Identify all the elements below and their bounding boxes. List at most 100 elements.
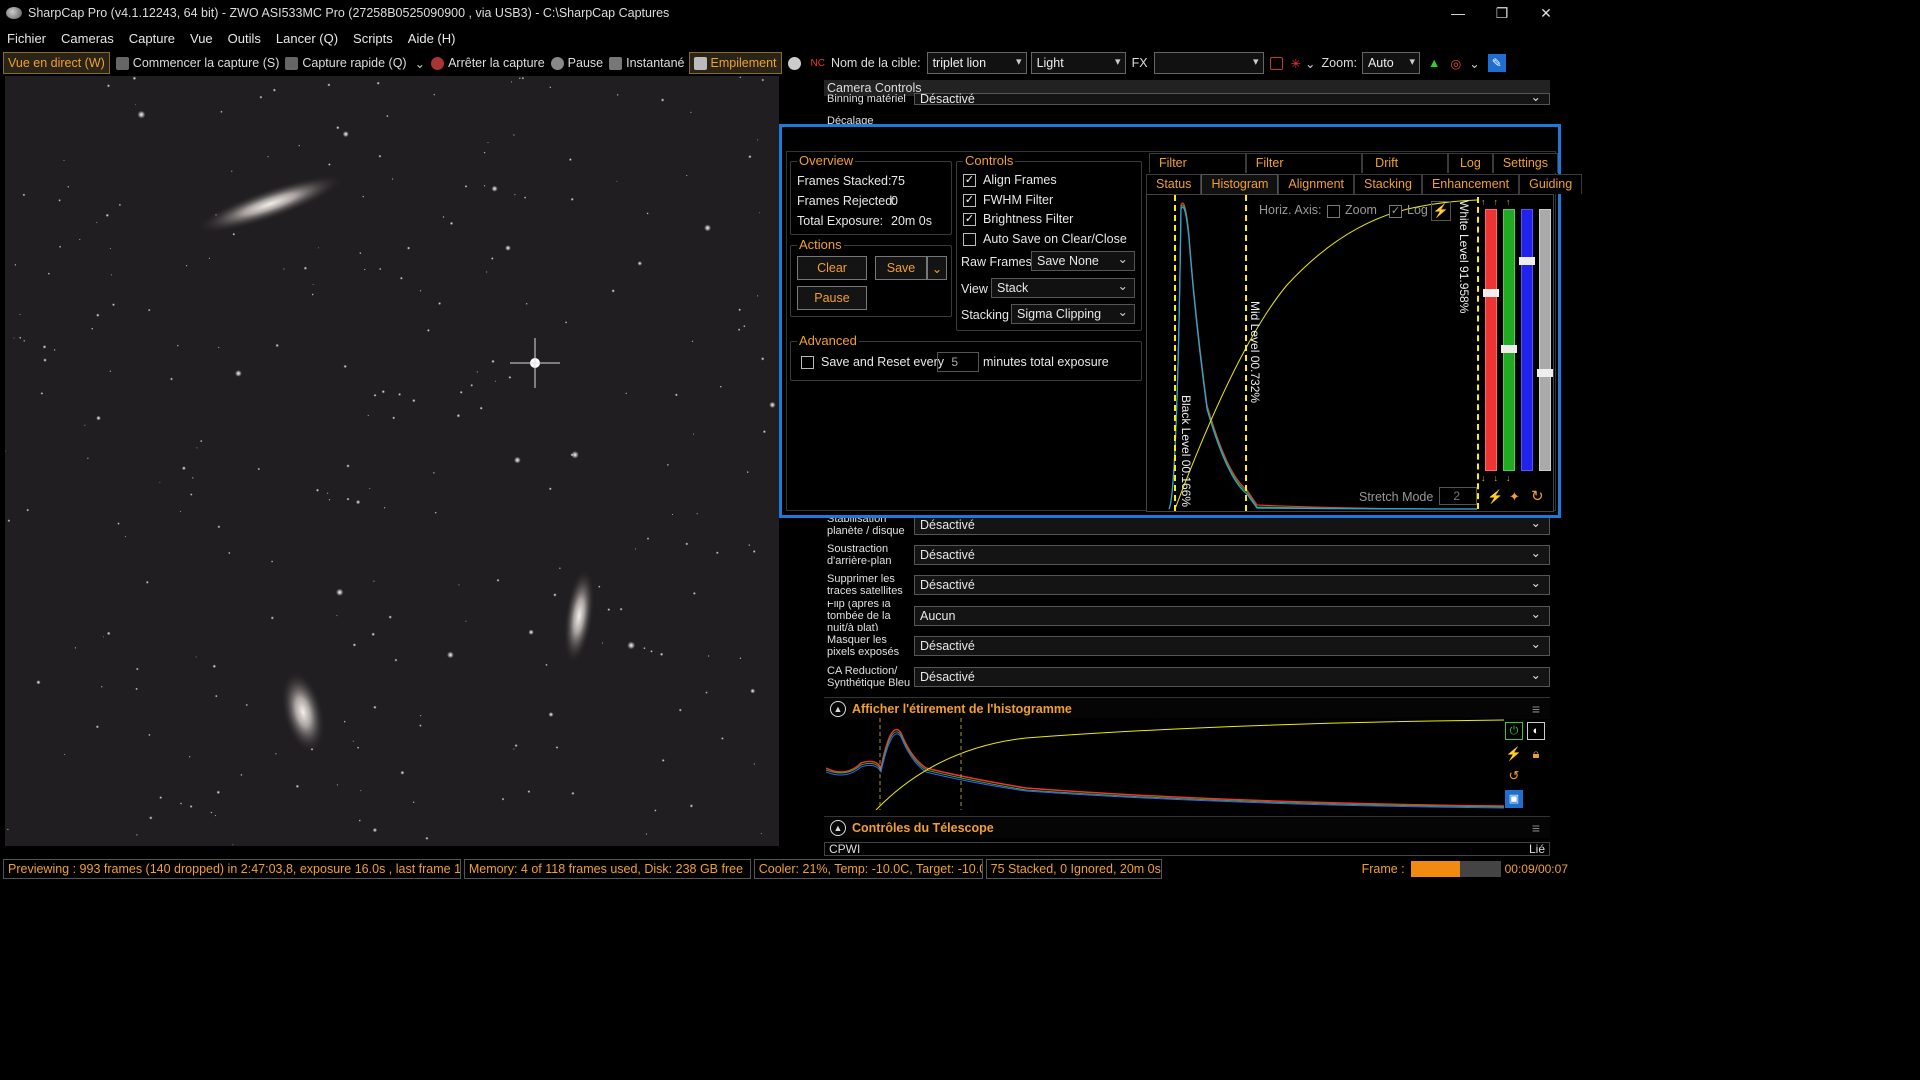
menu-scripts[interactable]: Scripts	[353, 31, 393, 46]
green-level-slider[interactable]	[1503, 209, 1515, 471]
snapshot-button[interactable]: Instantané	[603, 52, 685, 74]
background-select[interactable]: Désactivé	[914, 544, 1550, 565]
tab-drift-graph[interactable]: Drift Graph	[1362, 153, 1448, 189]
maximize-button[interactable]: ❐	[1480, 0, 1524, 26]
tab-filter-brightness[interactable]: Filter (Brightness)	[1245, 153, 1363, 189]
chevron-up-icon[interactable]: ▲	[830, 819, 846, 836]
brightness-filter-checkbox[interactable]: ✓	[963, 213, 976, 226]
fx-combo[interactable]	[1153, 52, 1264, 74]
pause-button[interactable]: Pause	[545, 52, 603, 74]
blue-slider-thumb[interactable]	[1519, 257, 1535, 265]
save-dropdown-button[interactable]: ⌄	[927, 256, 947, 280]
reset-icon[interactable]: ↺	[1505, 768, 1523, 786]
reticle-icon[interactable]	[1269, 56, 1283, 70]
stacking-mode-value: Sigma Clipping	[1017, 307, 1102, 321]
menu-fichier[interactable]: Fichier	[7, 31, 46, 46]
close-button[interactable]: ✕	[1524, 0, 1568, 26]
raw-frames-select[interactable]: Save None	[1031, 250, 1135, 271]
arrow-down-icons[interactable]: ↓↓↓	[1481, 473, 1519, 483]
stretch-mode-spinner[interactable]: 2	[1439, 487, 1477, 505]
histogram-icon[interactable]: ▲	[1428, 56, 1440, 70]
no-calibration-icon[interactable]: NC	[811, 58, 825, 69]
view-select[interactable]: Stack	[991, 277, 1135, 298]
telescope-section-header[interactable]: ▲ Contrôles du Télescope ≡	[824, 816, 1550, 838]
stacking-mode-select[interactable]: Sigma Clipping	[1011, 303, 1135, 324]
star	[212, 664, 217, 669]
alarm-icon[interactable]: ◎	[1450, 56, 1461, 71]
star	[513, 134, 515, 136]
tab-log[interactable]: Log	[1447, 153, 1493, 173]
satellite-select[interactable]: Désactivé	[914, 574, 1550, 595]
mask-select[interactable]: Désactivé	[914, 635, 1550, 656]
menu-capture[interactable]: Capture	[129, 31, 175, 46]
chevron-down-icon[interactable]: ⌄	[1305, 56, 1315, 71]
minimize-button[interactable]: —	[1436, 0, 1480, 26]
histogram-section-header[interactable]: ▲ Afficher l'étirement de l'histogramme …	[824, 697, 1550, 719]
darks-icon[interactable]	[787, 56, 801, 70]
target-name-combo[interactable]: triplet lion	[926, 52, 1027, 74]
red-slider-thumb[interactable]	[1483, 289, 1499, 297]
minutes-spinner[interactable]: 5	[937, 352, 979, 372]
menu-vue[interactable]: Vue	[190, 31, 213, 46]
flip-select[interactable]: Aucun	[914, 605, 1550, 626]
lightning-icon[interactable]: ⚡	[1487, 489, 1503, 505]
tab-guiding[interactable]: Guiding	[1519, 174, 1583, 194]
stop-capture-button[interactable]: Arrêter la capture	[425, 52, 545, 74]
auto-save-checkbox[interactable]	[963, 233, 976, 246]
tab-enhancement[interactable]: Enhancement	[1421, 174, 1520, 194]
zoom-combo[interactable]: Auto	[1361, 52, 1420, 74]
reset-icon[interactable]: ↻	[1531, 487, 1544, 505]
green-slider-thumb[interactable]	[1501, 345, 1517, 353]
zoom-checkbox[interactable]	[1327, 205, 1340, 218]
stabilisation-select[interactable]: Désactivé	[914, 514, 1550, 535]
luminance-level-slider[interactable]	[1539, 209, 1551, 471]
start-capture-button[interactable]: Commencer la capture (S)	[110, 52, 279, 74]
save-button[interactable]: Save	[875, 256, 927, 280]
frame-type-combo[interactable]: Light	[1030, 52, 1126, 74]
chevron-down-icon[interactable]: ⌄	[1469, 56, 1479, 71]
image-viewer[interactable]	[5, 76, 779, 846]
star-icon[interactable]: ✦	[1509, 489, 1520, 505]
arrow-up-icons[interactable]: ↑↑↑	[1481, 197, 1519, 207]
auto-stretch-icon[interactable]: ⚡	[1505, 746, 1523, 764]
save-reset-checkbox[interactable]	[801, 356, 814, 369]
clear-button[interactable]: Clear	[797, 256, 867, 280]
red-level-slider[interactable]	[1485, 209, 1497, 471]
menu-cameras[interactable]: Cameras	[61, 31, 114, 46]
log-checkbox[interactable]: ✓	[1389, 205, 1402, 218]
lock-icon[interactable]: 🔒︎	[1527, 746, 1545, 764]
tab-alignment[interactable]: Alignment	[1278, 174, 1354, 194]
pause-stack-button[interactable]: Pause	[797, 286, 867, 310]
power-icon[interactable]: ⏻	[1505, 722, 1523, 740]
luminance-slider-thumb[interactable]	[1537, 369, 1553, 377]
live-view-button[interactable]: Vue en direct (W)	[3, 52, 110, 74]
binning-select[interactable]: Désactivé	[914, 92, 1550, 105]
fwhm-filter-checkbox[interactable]: ✓	[963, 194, 976, 207]
menu-icon[interactable]: ≡	[1532, 701, 1540, 717]
star	[692, 433, 695, 435]
menu-lancer[interactable]: Lancer (Q)	[276, 31, 338, 46]
stacking-button[interactable]: Empilement	[688, 52, 782, 74]
align-frames-checkbox[interactable]: ✓	[963, 174, 976, 187]
brightness-filter-label: Brightness Filter	[983, 212, 1074, 226]
histogram-view[interactable]: Horiz. Axis: Zoom ✓ Log ⚡ Black Level 00…	[1146, 194, 1554, 512]
auto-stretch-icon[interactable]: ⚡	[1431, 201, 1451, 221]
contrast-icon[interactable]: ◐	[1527, 722, 1545, 740]
quick-capture-button[interactable]: Capture rapide (Q) ⌄	[279, 52, 425, 74]
tab-settings[interactable]: Settings	[1492, 153, 1558, 173]
tab-stacking[interactable]: Stacking	[1354, 174, 1422, 194]
menu-outils[interactable]: Outils	[228, 31, 261, 46]
ca-reduction-select[interactable]: Désactivé	[914, 666, 1550, 687]
save-icon[interactable]: ▣	[1505, 790, 1523, 808]
chevron-down-icon[interactable]: ⌄	[415, 56, 425, 71]
blue-level-slider[interactable]	[1521, 209, 1533, 471]
histogram-stretch-graph[interactable]	[825, 718, 1506, 811]
chevron-up-icon[interactable]: ▲	[830, 700, 846, 717]
menu-icon[interactable]: ≡	[1532, 820, 1540, 836]
crosshair-icon[interactable]: ✳	[1291, 56, 1301, 71]
pin-icon[interactable]: ✎	[1487, 54, 1506, 72]
tab-status[interactable]: Status	[1146, 174, 1202, 194]
tab-filter-fwhm[interactable]: Filter (FWHM)	[1149, 153, 1246, 189]
tab-histogram[interactable]: Histogram	[1201, 174, 1279, 194]
menu-aide[interactable]: Aide (H)	[408, 31, 456, 46]
